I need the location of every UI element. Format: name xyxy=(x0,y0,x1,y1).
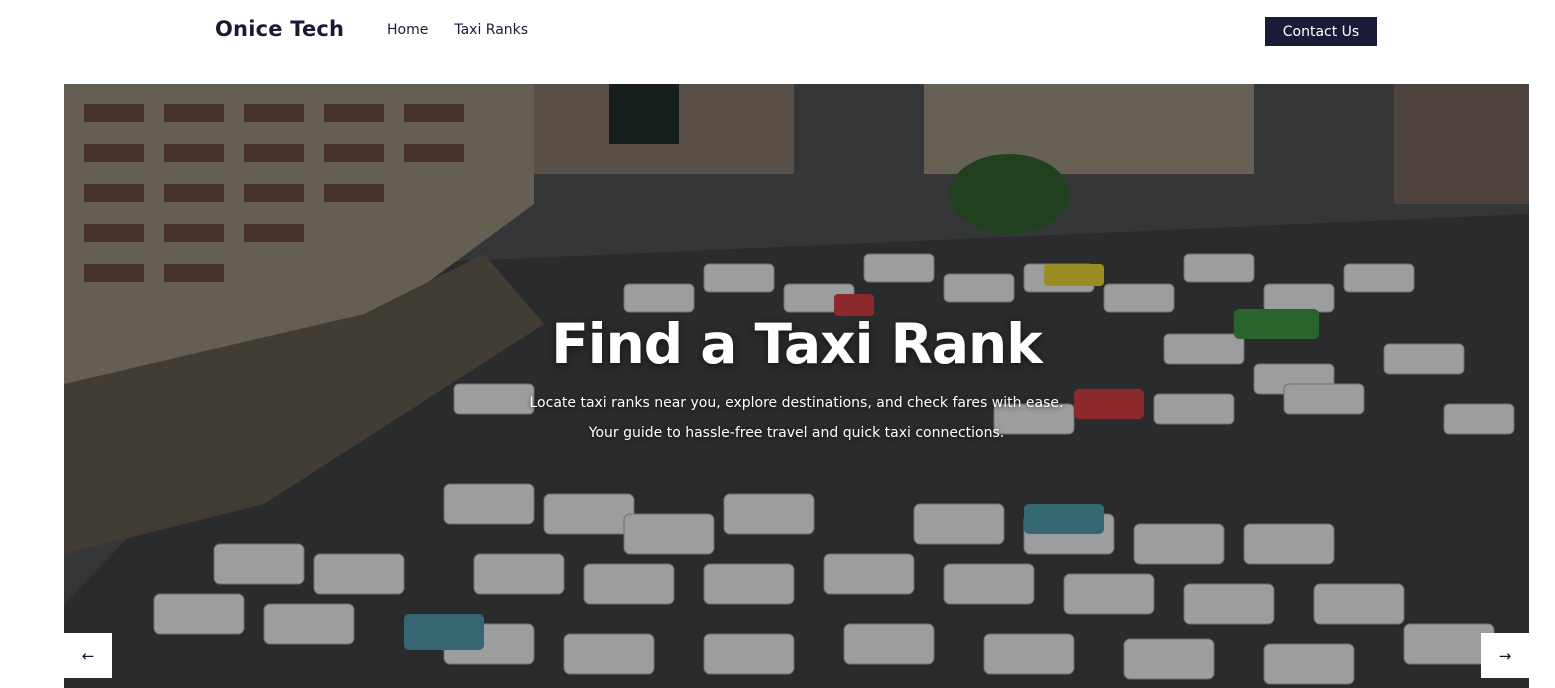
hero-subtitle-line-1: Locate taxi ranks near you, explore dest… xyxy=(529,395,1064,411)
slider-next-button[interactable]: → xyxy=(1481,633,1529,678)
brand-logo[interactable]: Onice Tech xyxy=(215,17,344,41)
arrow-right-icon: → xyxy=(1498,646,1512,665)
nav-link-home[interactable]: Home xyxy=(387,22,428,38)
site-header: Onice Tech Home Taxi Ranks Contact Us xyxy=(0,0,1555,62)
hero-overlay xyxy=(64,84,1529,688)
contact-us-button[interactable]: Contact Us xyxy=(1265,17,1377,46)
hero-banner: Find a Taxi Rank Locate taxi ranks near … xyxy=(64,84,1529,688)
hero-subtitle-line-2: Your guide to hassle-free travel and qui… xyxy=(588,425,1005,441)
slider-prev-button[interactable]: ← xyxy=(64,633,112,678)
nav-link-taxi-ranks[interactable]: Taxi Ranks xyxy=(454,22,528,38)
hero-title: Find a Taxi Rank xyxy=(551,312,1043,376)
arrow-left-icon: ← xyxy=(81,646,95,665)
main-nav: Home Taxi Ranks xyxy=(387,22,528,38)
